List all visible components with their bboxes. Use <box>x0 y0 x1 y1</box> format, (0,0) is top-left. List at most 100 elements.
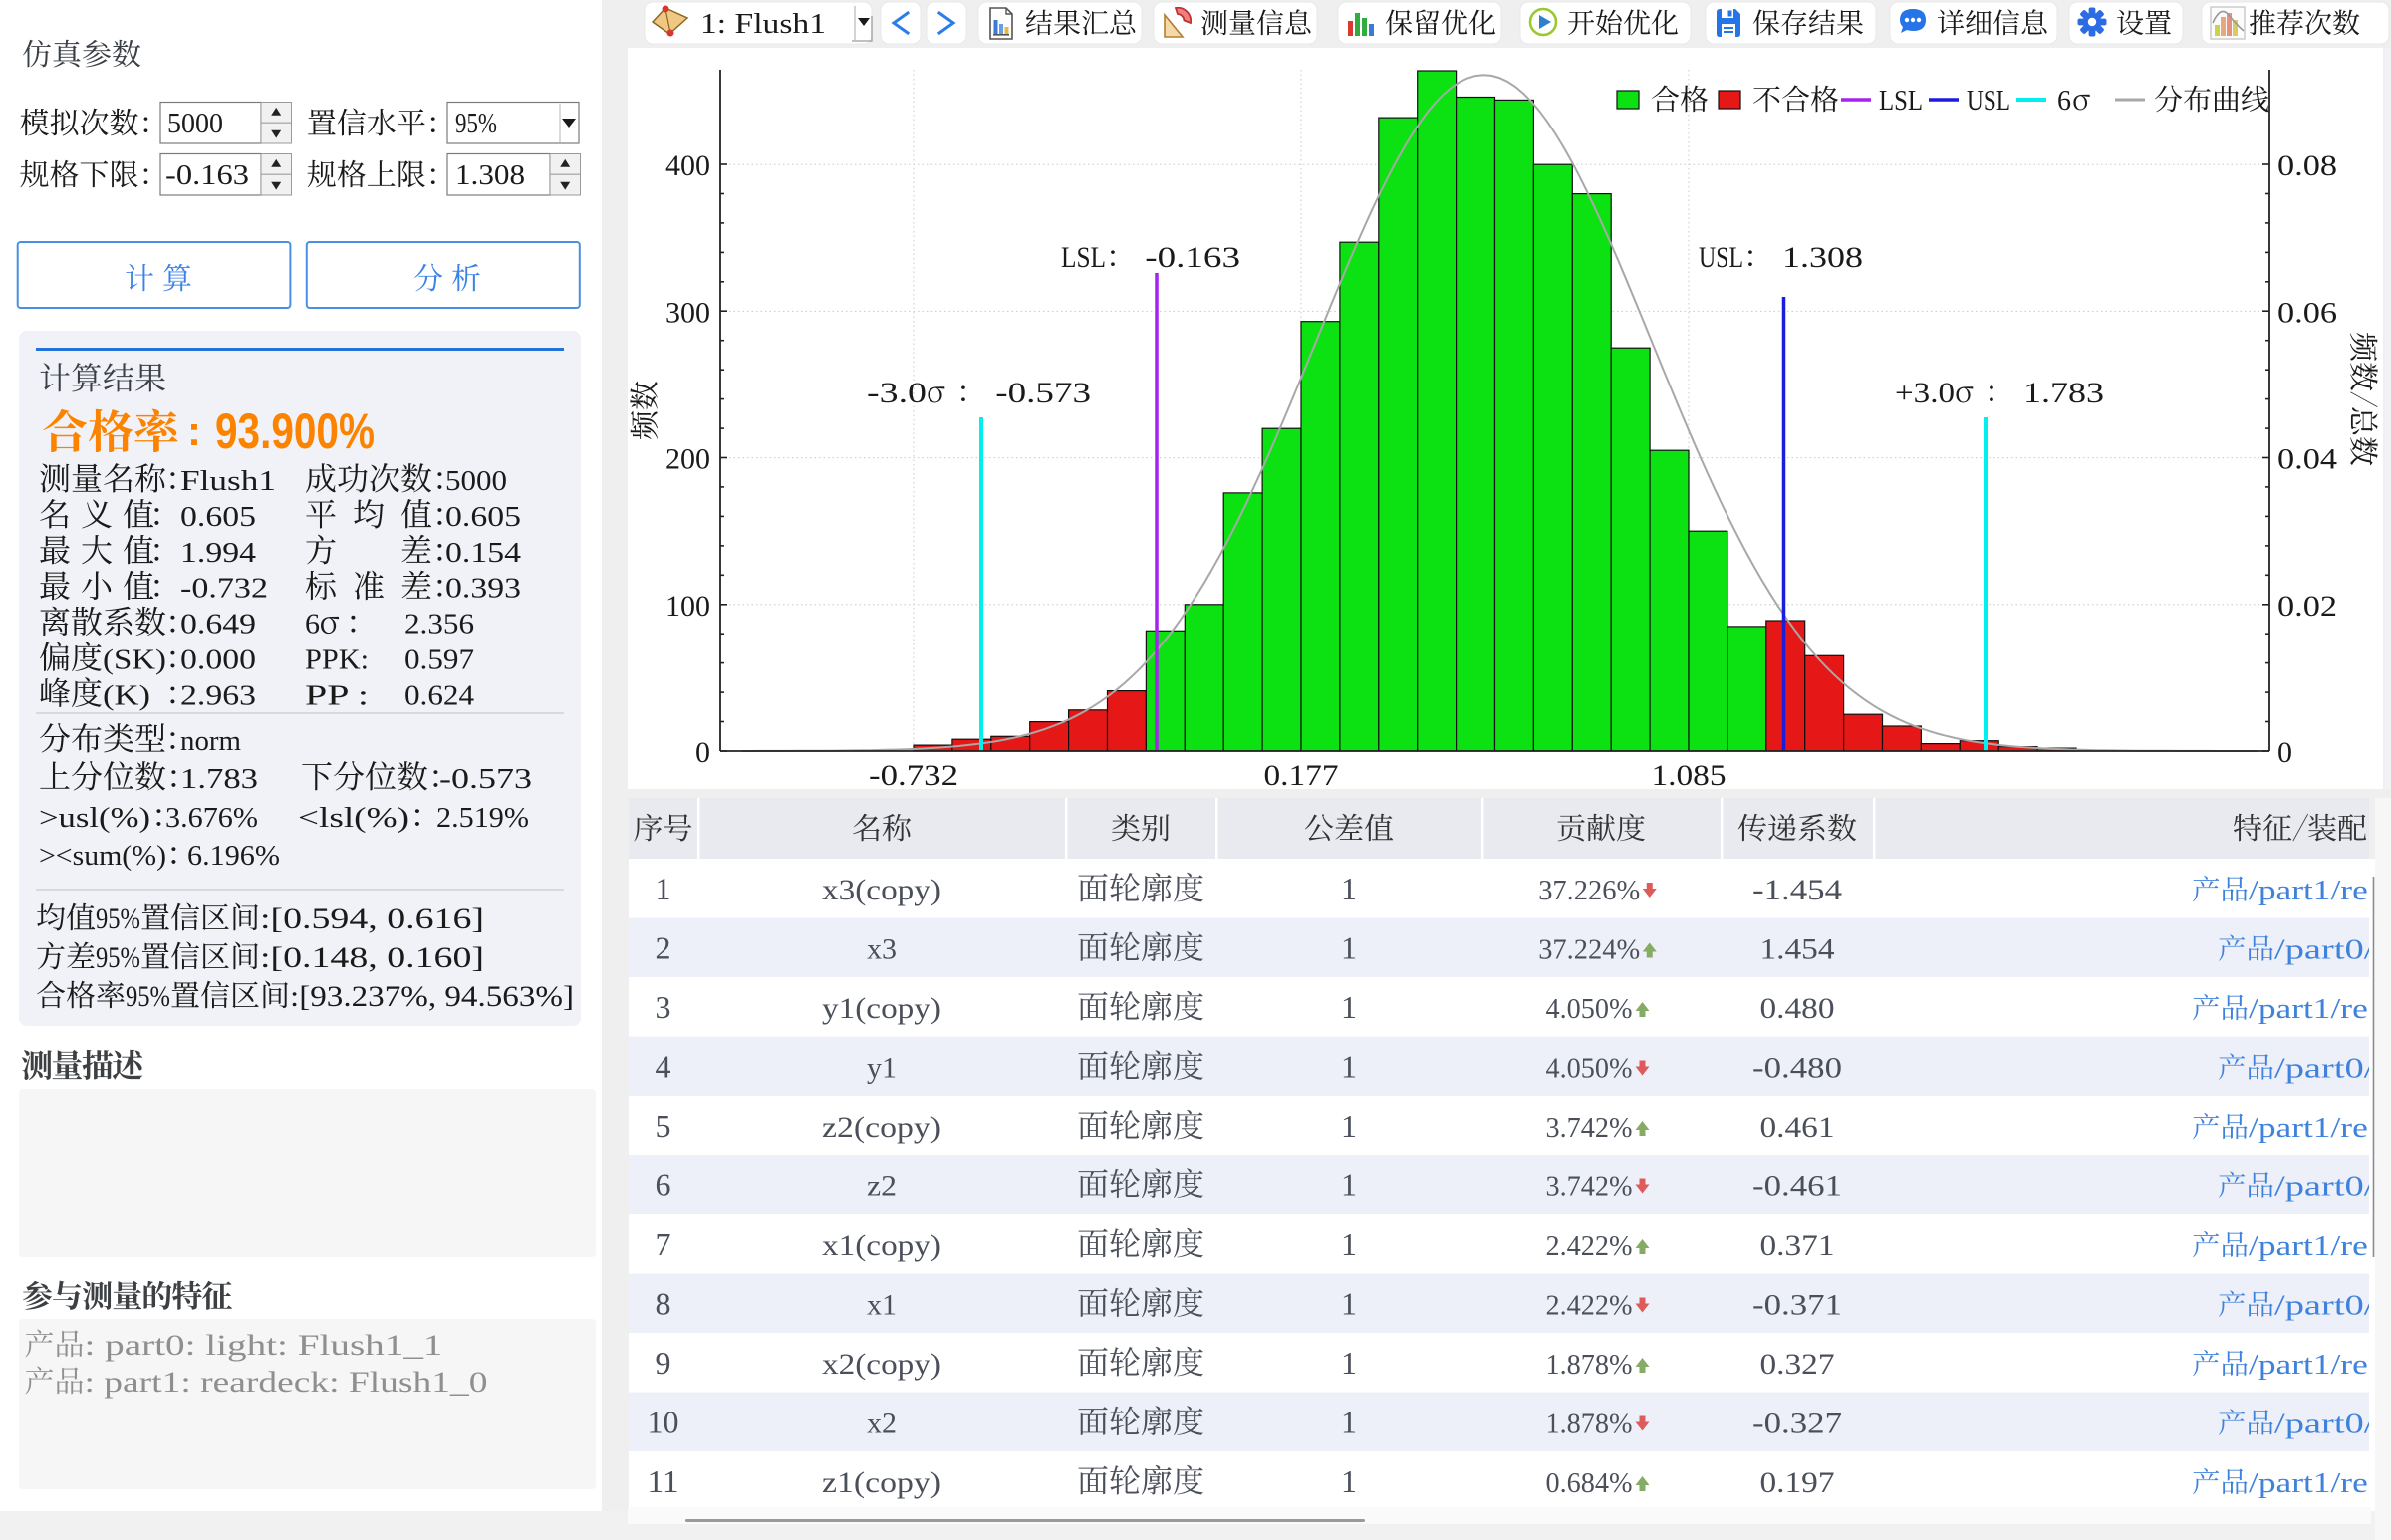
svg-text:1: 1 <box>1341 1167 1357 1203</box>
svg-text:95%: 95% <box>455 109 497 139</box>
svg-text:0.684%: 0.684% <box>1546 1467 1633 1499</box>
svg-text:2.356: 2.356 <box>404 609 474 641</box>
svg-text:1.994: 1.994 <box>180 537 257 569</box>
svg-text:1: 1 <box>1341 1049 1357 1085</box>
svg-text:3.742%: 3.742% <box>1546 1171 1633 1203</box>
svg-text:1: 1 <box>656 871 671 906</box>
svg-text:x1: x1 <box>867 1289 897 1322</box>
svg-text:0.371: 0.371 <box>1760 1229 1835 1262</box>
svg-text:2.422%: 2.422% <box>1546 1230 1633 1262</box>
svg-text:0.327: 0.327 <box>1760 1348 1835 1381</box>
svg-text:6: 6 <box>2057 85 2071 117</box>
svg-text:1.878%: 1.878% <box>1546 1409 1633 1440</box>
svg-text:3.676%: 3.676% <box>165 802 258 834</box>
svg-text:1.454: 1.454 <box>1760 933 1835 966</box>
svg-text:-0.573: -0.573 <box>439 763 532 795</box>
svg-text::[0.594, 0.616]: :[0.594, 0.616] <box>260 902 484 935</box>
svg-text:2.963: 2.963 <box>180 679 256 711</box>
svg-text::[0.148, 0.160]: :[0.148, 0.160] <box>260 941 484 974</box>
svg-text:1.783: 1.783 <box>180 763 258 795</box>
svg-text:2.422%: 2.422% <box>1546 1290 1633 1322</box>
svg-text:95%: 95% <box>96 902 140 935</box>
svg-text:1.878%: 1.878% <box>1546 1349 1633 1381</box>
svg-text:0.597: 0.597 <box>404 644 474 676</box>
svg-text:0.08: 0.08 <box>2277 149 2337 182</box>
svg-text:0.154: 0.154 <box>445 537 522 569</box>
svg-text:USL: USL <box>1699 241 1743 274</box>
svg-text:2.519%: 2.519% <box>436 802 529 834</box>
svg-text:: part1: reardeck: Flush1_0: : part1: reardeck: Flush1_0 <box>85 1366 488 1399</box>
svg-text:6: 6 <box>656 1167 671 1203</box>
svg-text:>usl(%): >usl(%) <box>39 802 150 834</box>
svg-text:-1.454: -1.454 <box>1752 874 1842 906</box>
svg-text:3.742%: 3.742% <box>1546 1112 1633 1144</box>
svg-text:x3: x3 <box>867 933 897 966</box>
svg-text:95%: 95% <box>96 941 140 974</box>
svg-text:0.02: 0.02 <box>2277 590 2337 623</box>
svg-text:Flush1: Flush1 <box>180 465 276 497</box>
svg-text:8: 8 <box>656 1286 671 1322</box>
svg-text:1: 1 <box>1341 1345 1357 1381</box>
svg-text:1.783: 1.783 <box>2014 377 2104 409</box>
svg-text:1: 1 <box>1341 930 1357 966</box>
svg-text:0.06: 0.06 <box>2277 296 2337 329</box>
svg-text:x3(copy): x3(copy) <box>822 874 941 906</box>
svg-text:0.04: 0.04 <box>2277 443 2337 476</box>
svg-text:0: 0 <box>2277 736 2292 769</box>
svg-text:0.624: 0.624 <box>404 679 475 711</box>
svg-text:-0.461: -0.461 <box>1752 1170 1842 1203</box>
svg-text:: part0: light: Flush1_1: : part0: light: Flush1_1 <box>85 1329 443 1362</box>
svg-text:37.226%: 37.226% <box>1538 875 1640 906</box>
svg-text:0.605: 0.605 <box>445 501 521 533</box>
svg-text:5: 5 <box>656 1108 671 1144</box>
svg-text:-0.163: -0.163 <box>1136 241 1240 274</box>
svg-text:11: 11 <box>648 1463 679 1499</box>
svg-text::[93.237%, 94.563%]: :[93.237%, 94.563%] <box>290 980 574 1013</box>
svg-text:0.000: 0.000 <box>180 644 256 676</box>
svg-text:z1(copy): z1(copy) <box>822 1466 941 1499</box>
svg-text:PPK:: PPK: <box>305 644 369 676</box>
svg-text:300: 300 <box>665 296 710 329</box>
svg-text:95%: 95% <box>126 980 170 1013</box>
svg-text:1: Flush1: 1: Flush1 <box>700 9 826 40</box>
svg-text:><sum(%): ><sum(%) <box>39 840 166 872</box>
svg-text:3: 3 <box>656 989 671 1025</box>
svg-text:(SK): (SK) <box>103 644 166 676</box>
svg-text:0.177: 0.177 <box>1264 759 1339 792</box>
svg-text:5000: 5000 <box>445 465 507 497</box>
svg-text:-0.732: -0.732 <box>180 573 268 605</box>
svg-text:200: 200 <box>665 443 710 476</box>
svg-text:-3.0: -3.0 <box>867 377 927 409</box>
svg-text:1: 1 <box>1341 1108 1357 1144</box>
svg-text:y1: y1 <box>867 1052 897 1085</box>
svg-text:-0.327: -0.327 <box>1752 1408 1842 1440</box>
svg-text:93.900%: 93.900% <box>215 403 375 459</box>
svg-text:0.393: 0.393 <box>445 573 521 605</box>
svg-text:6: 6 <box>305 609 320 641</box>
svg-text:1: 1 <box>1341 1226 1357 1262</box>
svg-text:(K): (K) <box>103 679 150 711</box>
svg-text:1.085: 1.085 <box>1652 759 1727 792</box>
svg-text:norm: norm <box>180 725 241 757</box>
svg-text:+3.0: +3.0 <box>1895 377 1955 409</box>
svg-text:-0.371: -0.371 <box>1752 1289 1842 1322</box>
svg-text:6.196%: 6.196% <box>187 840 280 872</box>
svg-text:9: 9 <box>656 1345 671 1381</box>
svg-text:4: 4 <box>656 1049 671 1085</box>
svg-text:100: 100 <box>665 590 710 623</box>
svg-text:0: 0 <box>695 736 710 769</box>
svg-text:USL: USL <box>1967 85 2010 117</box>
svg-text::: : <box>187 407 201 454</box>
svg-text:<lsl(%): <lsl(%) <box>298 802 409 834</box>
svg-text:5000: 5000 <box>167 109 223 139</box>
svg-text:400: 400 <box>665 149 710 182</box>
svg-text:-0.573: -0.573 <box>986 377 1091 409</box>
svg-text:LSL: LSL <box>1879 85 1923 117</box>
svg-text:x1(copy): x1(copy) <box>822 1229 941 1262</box>
svg-text:x2: x2 <box>867 1408 897 1440</box>
svg-text:2: 2 <box>656 930 671 966</box>
svg-text:1.308: 1.308 <box>1773 241 1863 274</box>
svg-text:1: 1 <box>1341 989 1357 1025</box>
svg-text:1.308: 1.308 <box>455 160 525 191</box>
svg-text:0.461: 0.461 <box>1760 1111 1835 1144</box>
